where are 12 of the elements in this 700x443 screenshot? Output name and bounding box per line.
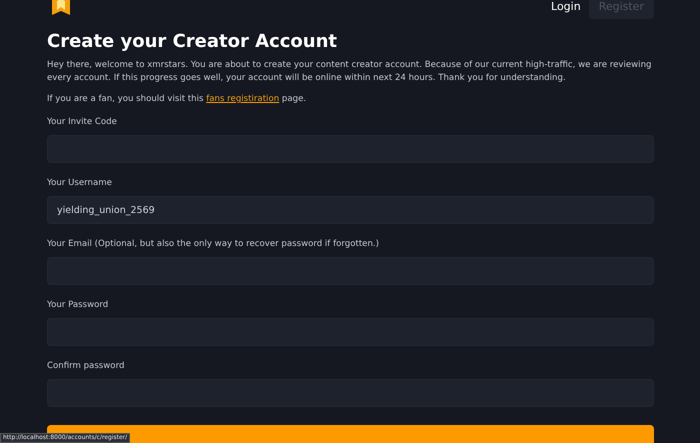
field-label: Confirm password <box>47 360 126 373</box>
field-label: Your Password <box>47 299 110 312</box>
input-field[interactable]: yielding_union_2569 <box>47 196 654 224</box>
field-label: Your Username <box>47 177 113 190</box>
intro-text: Hey there, welcome to xmrstars. You are about to create your content creator account. Because of our current high-traffic, we are reviewing every account. If this progress goes well, your account will be online within next 24 hours. Thank you for understanding. <box>47 59 652 85</box>
fans-registration-link[interactable]: fans registiration <box>206 94 280 104</box>
login-link[interactable]: Login <box>551 0 581 16</box>
page-title: Create your Creator Account <box>47 30 338 54</box>
logo-icon[interactable] <box>50 0 72 17</box>
field-label: Your Invite Code <box>47 116 118 129</box>
fan-note: If you are a fan, you should visit this fans registiration page. <box>47 93 308 106</box>
field-label: Your Email (Optional, but also the only way to recover password if forgotten.) <box>47 238 380 251</box>
